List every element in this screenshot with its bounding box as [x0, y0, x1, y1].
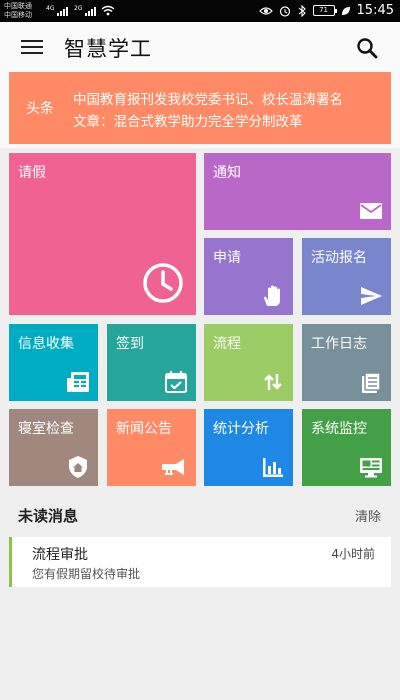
eye-icon [258, 6, 273, 15]
carrier-info: 中国联通 中国移动 [4, 2, 32, 20]
tile-statistics[interactable]: 统计分析 [204, 409, 293, 486]
tile-label: 申请 [213, 250, 241, 266]
news-banner-area: 头条 中国教育报刊发我校党委书记、校长温涛署名 文章：混合式教学助力完全学分制改… [0, 72, 400, 148]
hand-icon [261, 284, 285, 308]
clear-button[interactable]: 清除 [355, 506, 381, 525]
menu-icon[interactable] [21, 40, 43, 56]
tile-label: 请假 [18, 165, 46, 181]
send-icon [359, 284, 383, 308]
tile-apply[interactable]: 申请 [204, 238, 293, 315]
tile-label: 新闻公告 [116, 421, 172, 437]
shield-home-icon [66, 455, 90, 479]
tile-label: 统计分析 [213, 421, 269, 437]
message-item[interactable]: 流程审批 4小时前 您有假期留校待审批 [9, 537, 391, 587]
tile-label: 寝室检查 [18, 421, 74, 437]
tile-process[interactable]: 流程 [204, 324, 293, 401]
monitor-icon [359, 455, 383, 479]
tile-label: 签到 [116, 336, 144, 352]
bluetooth-icon [298, 4, 306, 17]
news-line-2: 文章：混合式教学助力完全学分制改革 [73, 114, 303, 130]
carrier-2: 中国移动 [4, 11, 32, 19]
tile-news-announcement[interactable]: 新闻公告 [107, 409, 196, 486]
battery-icon: 71 [312, 5, 337, 16]
tile-work-log[interactable]: 工作日志 [302, 324, 391, 401]
trumpet-icon [160, 455, 188, 479]
wifi-icon [101, 5, 115, 16]
unread-messages-title: 未读消息 [18, 507, 79, 525]
tile-leave[interactable]: 请假 [9, 153, 196, 315]
message-title: 流程审批 [32, 547, 88, 563]
tile-system-monitor[interactable]: 系统监控 [302, 409, 391, 486]
message-time: 4小时前 [331, 547, 375, 561]
tile-sign-in[interactable]: 签到 [107, 324, 196, 401]
tile-label: 活动报名 [311, 250, 367, 266]
news-label: 头条 [26, 101, 54, 117]
tile-notice[interactable]: 通知 [204, 153, 391, 230]
tile-info-collect[interactable]: 信息收集 [9, 324, 98, 401]
swap-icon [261, 370, 285, 394]
network-type-1: 4G [46, 5, 55, 12]
news-banner[interactable]: 头条 中国教育报刊发我校党委书记、校长温涛署名 文章：混合式教学助力完全学分制改… [9, 72, 391, 144]
message-body: 您有假期留校待审批 [32, 567, 141, 581]
tile-label: 系统监控 [311, 421, 367, 437]
alarm-icon [279, 5, 290, 17]
tile-dorm-check[interactable]: 寝室检查 [9, 409, 98, 486]
status-right-group: 71 15:45 [258, 3, 394, 18]
tile-label: 信息收集 [18, 336, 74, 352]
status-time: 15:45 [356, 3, 394, 18]
calendar-check-icon [164, 370, 188, 394]
app-title: 智慧学工 [64, 37, 152, 61]
tile-label: 流程 [213, 336, 241, 352]
tile-label: 工作日志 [311, 336, 367, 352]
carrier-1: 中国联通 [4, 2, 32, 10]
search-icon[interactable] [356, 37, 378, 59]
status-bar: 中国联通 中国移动 4G 2G 71 15:45 [0, 0, 400, 22]
network-type-2: 2G [74, 5, 83, 12]
signal-icon [57, 5, 68, 16]
signal-icon [85, 5, 96, 16]
bar-chart-icon [261, 455, 285, 479]
clock-icon [141, 261, 185, 305]
tile-activity-signup[interactable]: 活动报名 [302, 238, 391, 315]
mail-icon [359, 199, 383, 223]
leaf-icon [341, 6, 350, 15]
news-text: 中国教育报刊发我校党委书记、校长温涛署名 文章：混合式教学助力完全学分制改革 [73, 89, 389, 133]
app-bar: 智慧学工 [0, 22, 400, 72]
notebook-icon [359, 370, 383, 394]
tile-label: 通知 [213, 165, 241, 181]
news-icon [66, 370, 90, 394]
news-line-1: 中国教育报刊发我校党委书记、校长温涛署名 [73, 92, 343, 108]
